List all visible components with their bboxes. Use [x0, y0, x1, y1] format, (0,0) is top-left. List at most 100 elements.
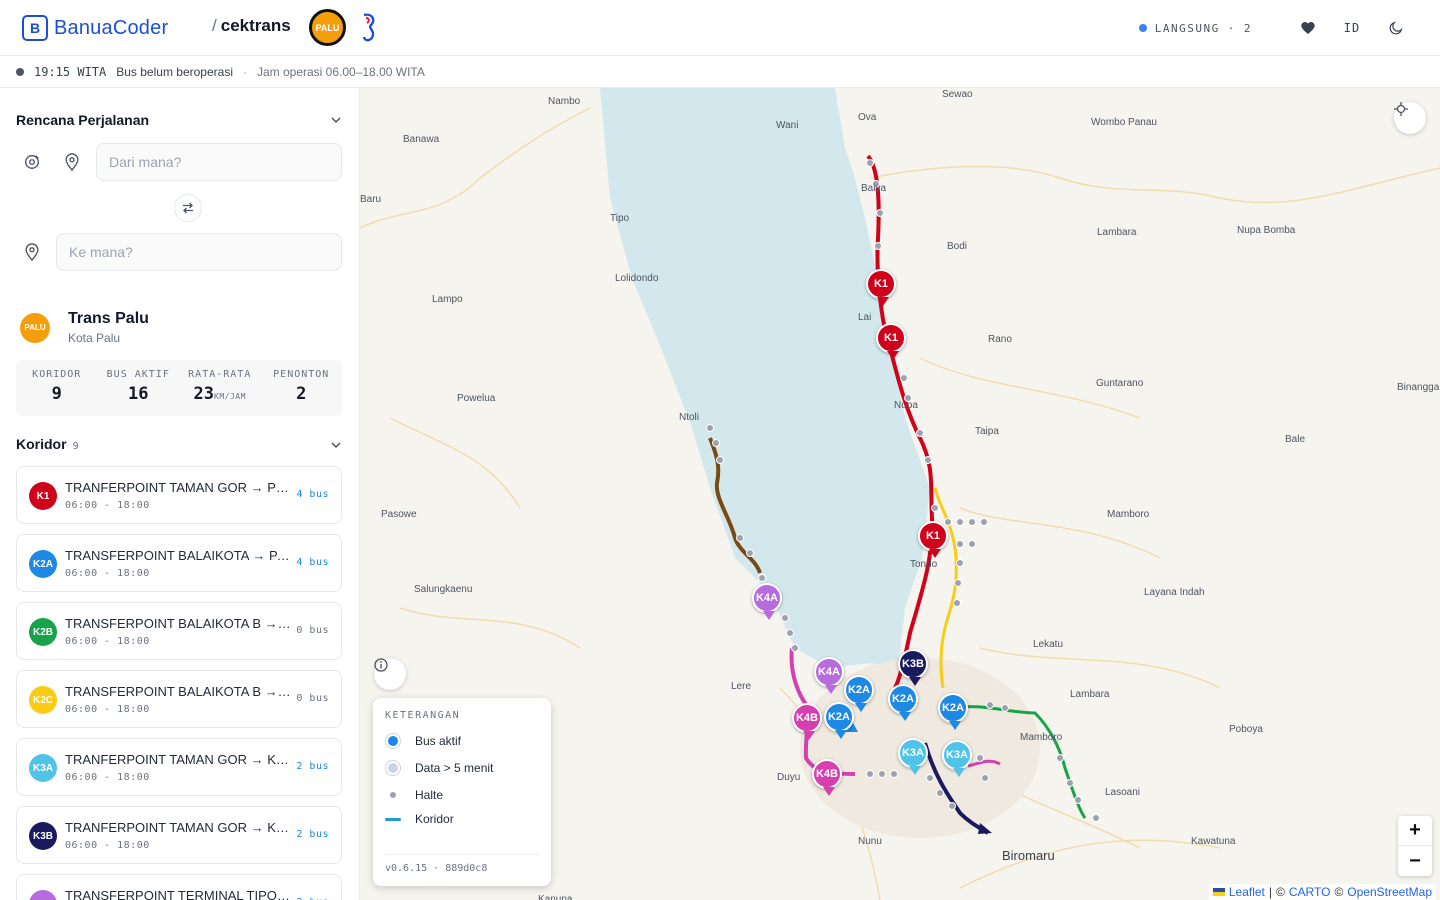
place-label: Wani	[776, 120, 799, 131]
theme-toggle-button[interactable]	[1374, 6, 1418, 50]
corridor-name: TRANSFERPOINT BALAIKOTA B → TERMINAL MAM…	[65, 684, 293, 699]
place-label: Tondo	[910, 559, 938, 570]
banuacoder-logo[interactable]: B BanuaCoder	[22, 15, 168, 41]
stat-average-speed: RATA-RATA 23KM/JAM	[188, 369, 252, 404]
corridor-name: TRANSFERPOINT BALAIKOTA B → Huntap Tondo	[65, 616, 293, 631]
place-label: Wombo Panau	[1091, 117, 1157, 128]
place-label: Rano	[988, 334, 1012, 345]
place-label: Lolidondo	[615, 273, 659, 284]
bus-marker-k4a[interactable]: K4A	[814, 657, 844, 694]
corridor-hours: 06:00 - 18:00	[65, 636, 150, 647]
corridor-bus-count: 4 bus	[296, 489, 329, 500]
chevron-down-icon	[331, 442, 341, 449]
legend-stale-data: Data > 5 menit	[385, 761, 539, 775]
live-dot-icon	[1138, 24, 1147, 32]
place-label: Ova	[858, 112, 877, 123]
bus-marker-k1[interactable]: K1	[866, 269, 896, 306]
place-label: Powelua	[457, 393, 496, 404]
stale-bus-icon	[386, 761, 400, 775]
place-label: Lambara	[1097, 227, 1137, 238]
carto-link[interactable]: CARTO	[1289, 885, 1331, 899]
palu-city-badge[interactable]: PALU	[309, 9, 346, 46]
corridor-card[interactable]: K2A TRANSFERPOINT BALAIKOTA → PASAR MASOM…	[16, 534, 342, 592]
corridor-card[interactable]: K3A TRANFERPOINT TAMAN GOR → KAWATUNA 06:0…	[16, 738, 342, 796]
place-label: Nunu	[858, 836, 882, 847]
place-label: Tipo	[610, 213, 630, 224]
bus-marker-k1[interactable]: K1	[876, 323, 906, 360]
place-label: Mamboro	[1107, 509, 1150, 520]
bus-marker-k2a[interactable]: K2A	[938, 693, 968, 730]
corridor-badge: K4A	[29, 890, 57, 900]
ukraine-flag-icon	[1212, 888, 1225, 896]
corridors-header[interactable]: Koridor 9	[16, 436, 343, 454]
legend-toggle-button[interactable]	[374, 658, 406, 690]
bus-marker-k4b[interactable]: K4B	[812, 759, 842, 796]
status-dot-icon	[16, 67, 24, 76]
trip-planner-header[interactable]: Rencana Perjalanan	[16, 112, 343, 128]
operator-city: Kota Palu	[68, 331, 121, 345]
sidebar: Rencana Perjalanan Dari mana? Ke mana? P…	[0, 88, 360, 900]
viewer-count: 2	[1243, 21, 1252, 35]
corridor-hours: 06:00 - 18:00	[65, 840, 150, 851]
place-label: Lampo	[432, 294, 463, 305]
bus-marker-k2a[interactable]: K2A	[888, 684, 918, 721]
bus-marker-k4b[interactable]: K4B	[792, 703, 822, 740]
place-label: Nupa	[894, 400, 918, 411]
bus-marker-k3a[interactable]: K3A	[942, 740, 972, 777]
bus-marker-k2a[interactable]: K2A	[824, 702, 854, 739]
stop-dot-icon	[390, 792, 396, 798]
origin-input[interactable]: Dari mana?	[96, 143, 342, 181]
operator-stats: KORIDOR 9 BUS AKTIF 16 RATA-RATA 23KM/JA…	[16, 360, 342, 416]
breadcrumb[interactable]: / cektrans	[212, 16, 291, 36]
zoom-out-button[interactable]: −	[1398, 846, 1432, 876]
corridor-bus-count: 4 bus	[296, 557, 329, 568]
destination-input[interactable]: Ke mana?	[56, 233, 342, 271]
bus-marker-k2a[interactable]: K2A	[844, 675, 874, 712]
place-label: Baiya	[861, 183, 887, 194]
top-header: B BanuaCoder / cektrans PALU LANGSUNG · 2…	[0, 0, 1440, 56]
corridor-card[interactable]: K1 TRANFERPOINT TAMAN GOR → PELABUHAN PAN…	[16, 466, 342, 524]
service-status-message: Bus belum beroperasi	[116, 64, 233, 79]
map-view[interactable]: Nambo Wani Ova Sewao Wombo Panau Banawa Baru Ti…	[360, 88, 1440, 900]
language-button[interactable]: ID	[1330, 6, 1374, 50]
place-label: Duyu	[777, 772, 801, 783]
corridor-badge: K3B	[29, 822, 57, 850]
chevron-down-icon	[331, 117, 341, 124]
legend-corridor: Koridor	[385, 812, 539, 826]
zoom-in-button[interactable]: +	[1398, 816, 1432, 846]
corridor-bus-count: 0 bus	[296, 693, 329, 704]
palu-bay-water	[600, 88, 930, 668]
moon-icon	[1389, 21, 1403, 35]
service-status-bar: 19:15 WITA Bus belum beroperasi · Jam op…	[0, 56, 1440, 88]
map-pin-icon	[25, 243, 39, 261]
locate-me-button[interactable]	[1394, 102, 1426, 134]
bus-marker-k1[interactable]: K1	[918, 521, 948, 558]
bus-marker-k4a[interactable]: K4A	[752, 583, 782, 620]
place-label: Guntarano	[1096, 378, 1144, 389]
corridor-badge: K1	[29, 482, 57, 510]
favorite-button[interactable]	[1286, 6, 1330, 50]
bus-marker-k3a[interactable]: K3A	[898, 738, 928, 775]
pick-destination-on-map-button[interactable]	[18, 238, 46, 266]
logo-text: BanuaCoder	[54, 16, 169, 39]
bus-marker-k3b[interactable]: K3B	[898, 649, 928, 686]
place-label: Bodi	[947, 241, 968, 252]
logo-mark-icon: B	[22, 15, 48, 41]
corridor-badge: K2C	[29, 686, 57, 714]
corridor-card[interactable]: K2B TRANSFERPOINT BALAIKOTA B → Huntap To…	[16, 602, 342, 660]
pick-origin-on-map-button[interactable]	[58, 148, 86, 176]
place-label: Kanuna	[538, 894, 573, 900]
place-label: Pasowe	[381, 509, 417, 520]
openstreetmap-link[interactable]: OpenStreetMap	[1347, 885, 1432, 899]
swap-locations-button[interactable]	[174, 194, 202, 222]
corridor-list: K1 TRANFERPOINT TAMAN GOR → PELABUHAN PAN…	[16, 466, 342, 900]
place-label: Banawa	[403, 134, 440, 145]
corridor-card[interactable]: K4A TRANSFERPOINT TERMINAL TIPO → BALAIKO…	[16, 874, 342, 900]
use-current-location-button[interactable]	[18, 148, 46, 176]
corridor-card[interactable]: K2C TRANSFERPOINT BALAIKOTA B → TERMINAL …	[16, 670, 342, 728]
corridor-bus-count: 2 bus	[296, 829, 329, 840]
corridor-card[interactable]: K3B TRANFERPOINT TAMAN GOR → KAWATUNA BIR…	[16, 806, 342, 864]
leaflet-link[interactable]: Leaflet	[1229, 885, 1265, 899]
live-indicator: LANGSUNG · 2	[1138, 21, 1252, 35]
operator-name: Trans Palu	[68, 310, 149, 327]
